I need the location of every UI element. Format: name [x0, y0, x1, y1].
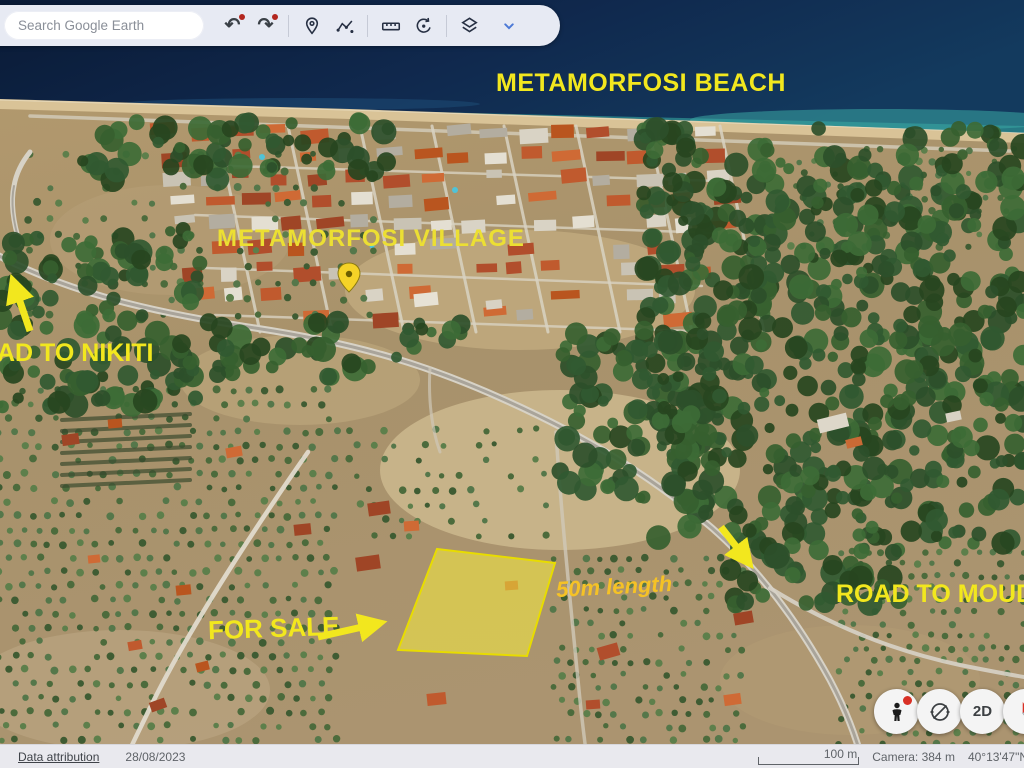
- undo-badge: [239, 14, 245, 20]
- moudania-road-arrow: [721, 527, 749, 563]
- chevron-down-icon: [499, 16, 519, 36]
- redo-button[interactable]: ↷: [249, 9, 282, 43]
- path-icon: [334, 15, 356, 37]
- search-box[interactable]: [4, 11, 204, 40]
- toolbar-divider: [367, 15, 368, 37]
- coordinates: 40°13'47"N: [968, 750, 1024, 764]
- google-earth-window: METAMORFOSI BEACH METAMORFOSI VILLAGE AD…: [0, 0, 1024, 768]
- nikiti-arrow: [13, 281, 30, 331]
- undo-button[interactable]: ↶: [216, 9, 249, 43]
- village-placemark[interactable]: [338, 263, 360, 292]
- undo-icon: ↶: [225, 16, 241, 35]
- imagery-date: 28/08/2023: [125, 750, 185, 764]
- orbit-button[interactable]: [407, 9, 440, 43]
- redo-icon: ↷: [258, 16, 274, 35]
- toolbar: ↶ ↷: [0, 5, 560, 46]
- add-placemark-button[interactable]: [295, 9, 328, 43]
- gyro-icon: [927, 699, 953, 725]
- data-attribution-link[interactable]: Data attribution: [18, 750, 99, 764]
- mode-2d-button[interactable]: 2D: [960, 689, 1005, 734]
- toolbar-expand-button[interactable]: [492, 9, 525, 43]
- label-for-sale: FOR SALE: [207, 611, 339, 647]
- status-bar: Data attribution 28/08/2023 100 m Camera…: [0, 744, 1024, 768]
- for-sale-parcel: [398, 549, 555, 656]
- pegman-button[interactable]: [874, 689, 919, 734]
- layers-button[interactable]: [453, 9, 486, 43]
- search-input[interactable]: [16, 17, 200, 34]
- annotation-layer: [0, 0, 1024, 768]
- scale-bar-line: [758, 757, 859, 765]
- label-road-to-nikiti: AD TO NIKITI: [0, 339, 153, 368]
- gyro-button[interactable]: [917, 689, 962, 734]
- pegman-badge: [903, 696, 912, 705]
- redo-badge: [272, 14, 278, 20]
- orbit-icon: [413, 15, 435, 37]
- measure-button[interactable]: [374, 9, 407, 43]
- draw-path-button[interactable]: [328, 9, 361, 43]
- label-road-to-moudania: ROAD TO MOUD: [836, 580, 1024, 609]
- label-metamorfosi-village: METAMORFOSI VILLAGE: [217, 225, 525, 253]
- toolbar-divider: [446, 15, 447, 37]
- toolbar-divider: [288, 15, 289, 37]
- scale-bar: 100 m: [758, 746, 859, 768]
- ruler-icon: [380, 15, 402, 37]
- compass-icon: [1013, 699, 1024, 725]
- label-metamorfosi-beach: METAMORFOSI BEACH: [496, 69, 786, 98]
- layers-icon: [458, 14, 481, 37]
- camera-altitude: Camera: 384 m: [872, 750, 955, 764]
- placemark-icon: [301, 15, 323, 37]
